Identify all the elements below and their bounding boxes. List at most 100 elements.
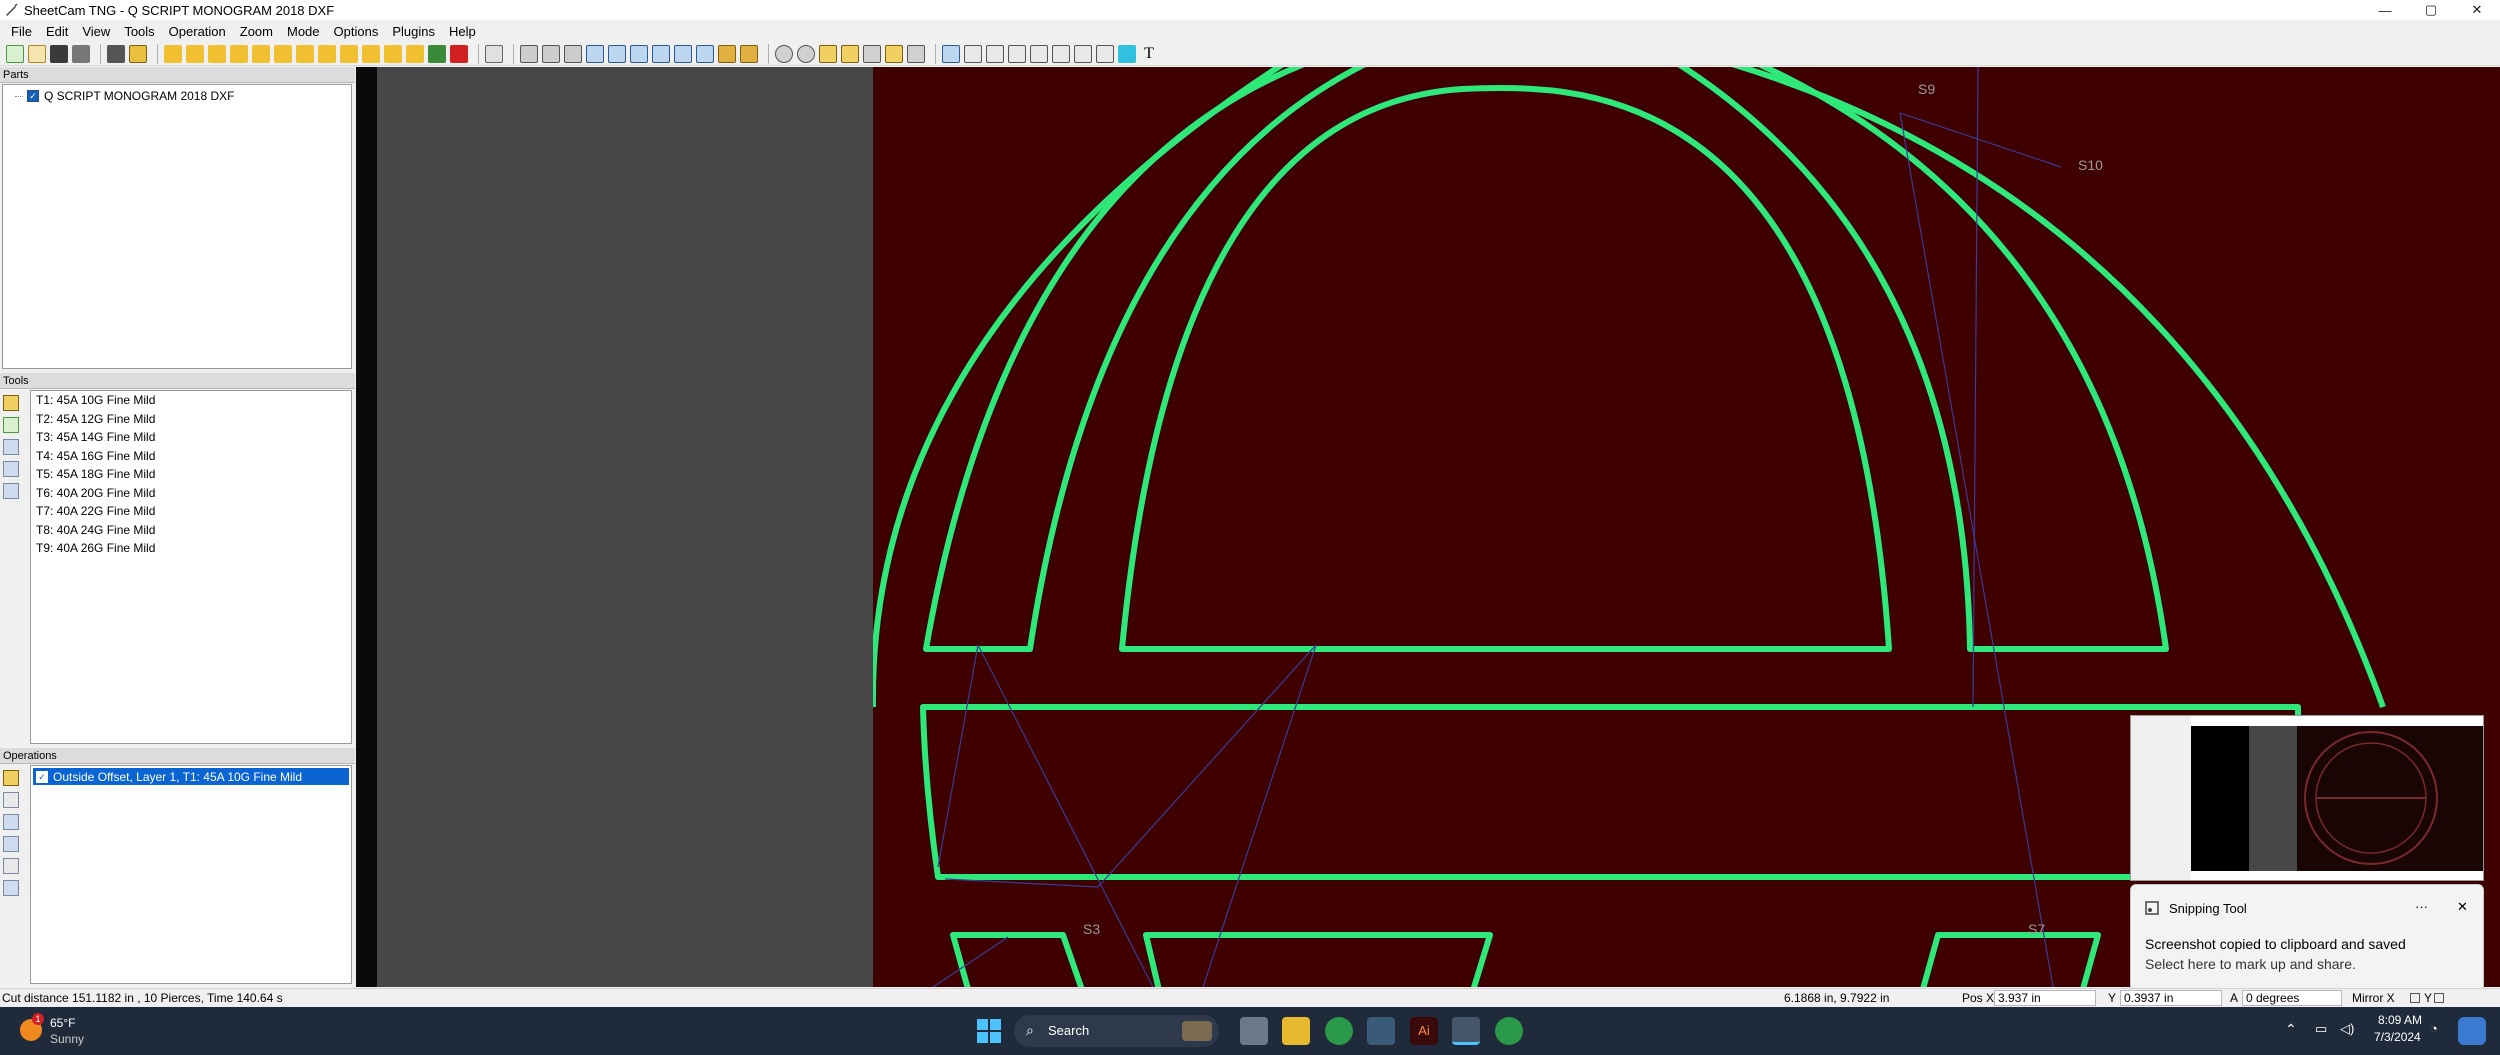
menu-plugins[interactable]: Plugins xyxy=(385,24,442,39)
move-part-icon[interactable] xyxy=(340,44,358,63)
select-mode-icon[interactable] xyxy=(942,44,960,63)
zoom-window-icon[interactable] xyxy=(863,44,881,63)
new-job-icon[interactable] xyxy=(6,44,24,63)
network-icon[interactable]: ▭ xyxy=(2315,1021,2327,1037)
set-leadout-icon[interactable] xyxy=(1008,44,1026,63)
copilot-icon[interactable] xyxy=(2458,1017,2486,1045)
chrome-profile-icon[interactable] xyxy=(1495,1017,1523,1045)
drill-operation-icon[interactable] xyxy=(208,44,226,63)
clock-time[interactable]: 8:09 AM xyxy=(2378,1013,2422,1027)
plasma-op-icon[interactable] xyxy=(3,858,19,874)
notification-bell-icon[interactable]: ◔ xyxy=(2430,1021,2438,1036)
array-part-icon[interactable] xyxy=(406,44,424,63)
start-button[interactable] xyxy=(975,1017,1003,1045)
show-grid-icon[interactable] xyxy=(740,44,758,63)
operation-table-icon[interactable] xyxy=(3,880,19,896)
close-window-button[interactable]: ✕ xyxy=(2454,0,2500,20)
show-numbers-icon[interactable] xyxy=(718,44,736,63)
file-explorer-icon[interactable] xyxy=(1282,1017,1310,1045)
show-paths-icon[interactable] xyxy=(586,44,604,63)
maximize-button[interactable]: ▢ xyxy=(2408,0,2454,20)
calculator-app-icon[interactable] xyxy=(1367,1017,1395,1045)
menu-options[interactable]: Options xyxy=(327,24,386,39)
save-job-icon[interactable] xyxy=(50,44,68,63)
taskbar-search-box[interactable]: ⌕ Search xyxy=(1014,1015,1219,1047)
volume-icon[interactable]: ◁) xyxy=(2340,1021,2354,1037)
cut-icon[interactable] xyxy=(1118,44,1136,63)
pos-y-field[interactable]: 0.3937 in xyxy=(2120,990,2222,1006)
illustrator-icon[interactable]: Ai xyxy=(1410,1017,1438,1045)
ordering-operation-icon[interactable] xyxy=(296,44,314,63)
layers-icon[interactable] xyxy=(428,44,446,63)
minimize-button[interactable]: — xyxy=(2362,0,2408,20)
zoom-selection-icon[interactable] xyxy=(885,44,903,63)
view-3d-icon[interactable] xyxy=(542,44,560,63)
engrave-op-icon[interactable] xyxy=(3,836,19,852)
panel-splitter[interactable] xyxy=(356,67,377,987)
post-process-icon[interactable] xyxy=(129,44,147,63)
zoom-previous-icon[interactable] xyxy=(907,44,925,63)
profile-operation-icon[interactable] xyxy=(186,44,204,63)
run-operation-icon[interactable] xyxy=(164,44,182,63)
part-item[interactable]: ✓ Q SCRIPT MONOGRAM 2018 DXF xyxy=(15,89,234,103)
show-start-icon[interactable] xyxy=(652,44,670,63)
drill-op-icon[interactable] xyxy=(3,792,19,808)
text-tool-icon[interactable]: T xyxy=(1140,45,1158,63)
new-tool-icon[interactable] xyxy=(3,395,19,411)
open-job-icon[interactable] xyxy=(28,44,46,63)
calculator-icon[interactable] xyxy=(107,44,125,63)
pause-operation-icon[interactable] xyxy=(274,44,292,63)
pocket-operation-icon[interactable] xyxy=(230,44,248,63)
notification-close-button[interactable]: ✕ xyxy=(2457,899,2468,915)
menu-edit[interactable]: Edit xyxy=(39,24,75,39)
part-checkbox[interactable]: ✓ xyxy=(27,90,39,102)
tool-item[interactable]: T4: 45A 16G Fine Mild xyxy=(31,447,351,466)
rotate-part-icon[interactable] xyxy=(362,44,380,63)
edit-path-icon[interactable] xyxy=(1030,44,1048,63)
mirror-y-checkbox[interactable] xyxy=(2434,993,2444,1003)
menu-operation[interactable]: Operation xyxy=(162,24,233,39)
nest-operation-icon[interactable] xyxy=(318,44,336,63)
undo-icon[interactable] xyxy=(485,44,503,63)
task-view-icon[interactable] xyxy=(1240,1017,1268,1045)
snipping-tool-notification[interactable]: Snipping Tool ··· ✕ Screenshot copied to… xyxy=(2130,884,2484,992)
notification-more-button[interactable]: ··· xyxy=(2415,899,2428,914)
clock-date[interactable]: 7/3/2024 xyxy=(2374,1030,2421,1044)
tool-grid-icon[interactable] xyxy=(3,483,19,499)
stop-icon[interactable] xyxy=(450,44,468,63)
set-leadin-icon[interactable] xyxy=(986,44,1004,63)
menu-zoom[interactable]: Zoom xyxy=(233,24,280,39)
measure-icon[interactable] xyxy=(1074,44,1092,63)
tool-item[interactable]: T1: 45A 10G Fine Mild xyxy=(31,391,351,410)
set-start-point-icon[interactable] xyxy=(964,44,982,63)
parts-tree[interactable]: ✓ Q SCRIPT MONOGRAM 2018 DXF xyxy=(2,84,352,369)
mirror-x-checkbox[interactable] xyxy=(2410,993,2420,1003)
zoom-out-icon[interactable] xyxy=(797,44,815,63)
tray-overflow-icon[interactable]: ⌃ xyxy=(2285,1021,2297,1038)
sheetcam-taskbar-icon[interactable] xyxy=(1452,1017,1480,1045)
menu-tools[interactable]: Tools xyxy=(117,24,161,39)
angle-field[interactable]: 0 degrees xyxy=(2242,990,2342,1006)
set-origin-icon[interactable] xyxy=(1052,44,1070,63)
tool-item[interactable]: T7: 40A 22G Fine Mild xyxy=(31,502,351,521)
tool-item[interactable]: T3: 45A 14G Fine Mild xyxy=(31,428,351,447)
tool-item[interactable]: T6: 40A 20G Fine Mild xyxy=(31,484,351,503)
menu-view[interactable]: View xyxy=(75,24,117,39)
mirror-part-icon[interactable] xyxy=(384,44,402,63)
new-tool-variant-icon[interactable] xyxy=(3,417,19,433)
operation-checkbox[interactable]: ✓ xyxy=(36,770,48,783)
tool-table-icon[interactable] xyxy=(3,439,19,455)
show-rapids-icon[interactable] xyxy=(564,44,582,63)
tool-list-icon[interactable] xyxy=(3,461,19,477)
tool-item[interactable]: T8: 40A 24G Fine Mild xyxy=(31,521,351,540)
show-direction-icon[interactable] xyxy=(674,44,692,63)
view-2d-icon[interactable] xyxy=(520,44,538,63)
pos-x-field[interactable]: 3.937 in xyxy=(1994,990,2096,1006)
show-order-icon[interactable] xyxy=(696,44,714,63)
show-toolpath-icon[interactable] xyxy=(608,44,626,63)
operation-item[interactable]: ✓ Outside Offset, Layer 1, T1: 45A 10G F… xyxy=(33,768,349,785)
sheet-icon[interactable] xyxy=(1096,44,1114,63)
print-icon[interactable] xyxy=(72,44,90,63)
zoom-part-icon[interactable] xyxy=(841,44,859,63)
new-operation-icon[interactable] xyxy=(3,770,19,786)
